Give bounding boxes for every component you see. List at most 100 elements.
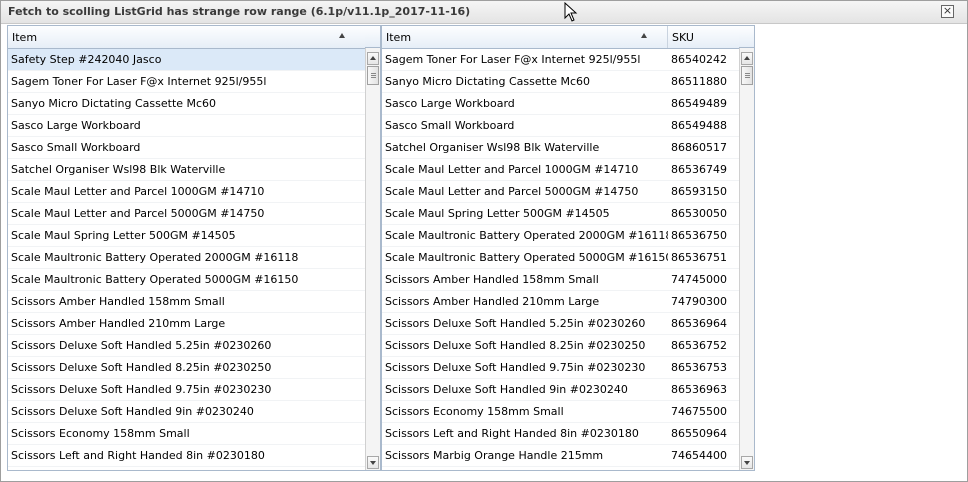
item-cell: Scissors Deluxe Soft Handled 8.25in #023… — [11, 361, 272, 374]
table-row[interactable]: Scissors Deluxe Soft Handled 8.25in #023… — [8, 357, 365, 379]
right-list-grid: Item SKU Sagem Toner For Laser F@x Inter… — [381, 25, 755, 471]
item-cell: Scissors Marbig Orange Handle 215mm — [385, 449, 604, 462]
item-cell: Scissors Left and Right Handed 8in #0230… — [11, 449, 265, 462]
table-row[interactable]: Scale Maultronic Battery Operated 5000GM… — [8, 269, 365, 291]
item-cell: Safety Step #242040 Jasco — [11, 53, 162, 66]
scroll-down-icon — [370, 461, 376, 465]
sort-ascending-icon[interactable] — [641, 33, 647, 38]
item-cell: Sanyo Micro Dictating Cassette Mc60 — [385, 75, 591, 88]
table-row[interactable]: Scissors Deluxe Soft Handled 9in #023024… — [8, 401, 365, 423]
item-cell: Sasco Large Workboard — [11, 119, 141, 132]
right-grid-header: Item SKU — [382, 26, 739, 49]
item-cell: Scissors Economy 158mm Small — [385, 405, 564, 418]
dialog-window: Fetch to scolling ListGrid has strange r… — [0, 0, 968, 482]
item-cell: Scissors Left and Right Handed 8in #0230… — [385, 427, 639, 440]
left-header-item-label: Item — [12, 31, 38, 44]
table-row[interactable]: Sasco Large Workboard — [8, 115, 365, 137]
table-row[interactable]: Scale Maul Letter and Parcel 5000GM #147… — [382, 181, 739, 203]
item-cell: Satchel Organiser Wsl98 Blk Waterville — [11, 163, 226, 176]
sku-cell: 86549488 — [671, 119, 727, 132]
close-button[interactable]: × — [941, 5, 954, 18]
table-row[interactable]: Scale Maultronic Battery Operated 2000GM… — [8, 247, 365, 269]
table-row[interactable]: Sasco Small Workboard — [8, 137, 365, 159]
item-cell: Satchel Organiser Wsl98 Blk Waterville — [385, 141, 600, 154]
sku-cell: 86536751 — [671, 251, 727, 264]
table-row[interactable]: Scissors Deluxe Soft Handled 8.25in #023… — [382, 335, 739, 357]
left-scroll-up-button[interactable] — [367, 52, 379, 65]
item-cell: Scissors Amber Handled 158mm Small — [11, 295, 225, 308]
table-row[interactable]: Scissors Amber Handled 158mm Small — [8, 291, 365, 313]
item-cell: Sagem Toner For Laser F@x Internet 925l/… — [11, 75, 267, 88]
left-scroll-thumb[interactable] — [367, 66, 379, 85]
table-row[interactable]: Safety Step #242040 Jasco — [8, 49, 365, 71]
item-cell: Scissors Deluxe Soft Handled 9in #023024… — [385, 383, 628, 396]
title-bar[interactable]: Fetch to scolling ListGrid has strange r… — [1, 1, 967, 24]
sku-cell: 86511880 — [671, 75, 727, 88]
sku-cell: 86536963 — [671, 383, 727, 396]
item-cell: Scale Maul Spring Letter 500GM #14505 — [385, 207, 610, 220]
sku-cell: 86540242 — [671, 53, 727, 66]
item-cell: Sasco Small Workboard — [385, 119, 515, 132]
table-row[interactable]: Scale Maultronic Battery Operated 2000GM… — [382, 225, 739, 247]
item-cell: Scissors Deluxe Soft Handled 9in #023024… — [11, 405, 254, 418]
item-cell: Scale Maultronic Battery Operated 5000GM… — [385, 251, 668, 264]
table-row[interactable]: Scissors Amber Handled 210mm Large — [8, 313, 365, 335]
right-vertical-scrollbar[interactable] — [739, 48, 754, 470]
sort-ascending-icon[interactable] — [339, 33, 345, 38]
table-row[interactable]: Sanyo Micro Dictating Cassette Mc60 86511… — [382, 71, 739, 93]
table-row[interactable]: Sasco Large Workboard 86549489 — [382, 93, 739, 115]
mouse-cursor-icon — [564, 2, 578, 22]
scroll-down-icon — [744, 461, 750, 465]
left-scroll-down-button[interactable] — [367, 456, 379, 469]
right-grid-body: Sagem Toner For Laser F@x Internet 925l/… — [382, 49, 739, 470]
left-list-grid: Item Safety Step #242040 Jasco Sagem Tone… — [7, 25, 381, 471]
table-row[interactable]: Scissors Economy 158mm Small 74675500 — [382, 401, 739, 423]
left-header-corner — [365, 26, 380, 48]
table-row[interactable]: Sagem Toner For Laser F@x Internet 925l/… — [8, 71, 365, 93]
scroll-up-icon — [744, 56, 750, 60]
table-row[interactable]: Scale Maultronic Battery Operated 5000GM… — [382, 247, 739, 269]
table-row[interactable]: Scale Maul Letter and Parcel 1000GM #147… — [382, 159, 739, 181]
table-row[interactable]: Scale Maul Spring Letter 500GM #14505 865… — [382, 203, 739, 225]
table-row[interactable]: Scissors Amber Handled 158mm Small 747450… — [382, 269, 739, 291]
table-row[interactable]: Scissors Deluxe Soft Handled 5.25in #023… — [8, 335, 365, 357]
table-row[interactable]: Satchel Organiser Wsl98 Blk Waterville 86… — [382, 137, 739, 159]
sku-cell: 74675500 — [671, 405, 727, 418]
sku-cell: 86593150 — [671, 185, 727, 198]
table-row[interactable]: Satchel Organiser Wsl98 Blk Waterville — [8, 159, 365, 181]
right-scroll-up-button[interactable] — [741, 52, 753, 65]
table-row[interactable]: Scissors Left and Right Handed 8in #0230… — [8, 445, 365, 467]
item-cell: Scissors Deluxe Soft Handled 9.75in #023… — [385, 361, 646, 374]
right-header-corner — [739, 26, 754, 48]
right-header-item[interactable]: Item — [382, 26, 668, 48]
item-cell: Scissors Amber Handled 158mm Small — [385, 273, 599, 286]
table-row[interactable]: Scissors Left and Right Handed 8in #0230… — [382, 423, 739, 445]
item-cell: Scissors Deluxe Soft Handled 8.25in #023… — [385, 339, 646, 352]
table-row[interactable]: Scissors Marbig Orange Handle 215mm 74654… — [382, 445, 739, 467]
scroll-up-icon — [370, 56, 376, 60]
left-vertical-scrollbar[interactable] — [365, 48, 380, 470]
right-scroll-thumb[interactable] — [741, 66, 753, 85]
table-row[interactable]: Scissors Economy 158mm Small — [8, 423, 365, 445]
table-row[interactable]: Sagem Toner For Laser F@x Internet 925l/… — [382, 49, 739, 71]
table-row[interactable]: Scale Maul Letter and Parcel 5000GM #147… — [8, 203, 365, 225]
table-row[interactable]: Scale Maul Letter and Parcel 1000GM #147… — [8, 181, 365, 203]
table-row[interactable]: Scissors Deluxe Soft Handled 5.25in #023… — [382, 313, 739, 335]
close-icon[interactable]: × — [943, 4, 952, 17]
table-row[interactable]: Scissors Deluxe Soft Handled 9.75in #023… — [382, 357, 739, 379]
right-scroll-down-button[interactable] — [741, 456, 753, 469]
table-row[interactable]: Sanyo Micro Dictating Cassette Mc60 — [8, 93, 365, 115]
item-cell: Scissors Deluxe Soft Handled 5.25in #023… — [385, 317, 646, 330]
table-row[interactable]: Scissors Deluxe Soft Handled 9in #023024… — [382, 379, 739, 401]
item-cell: Scissors Deluxe Soft Handled 9.75in #023… — [11, 383, 272, 396]
item-cell: Scale Maul Spring Letter 500GM #14505 — [11, 229, 236, 242]
right-header-sku[interactable]: SKU — [668, 26, 741, 48]
item-cell: Sagem Toner For Laser F@x Internet 925l/… — [385, 53, 641, 66]
left-header-item[interactable]: Item — [8, 26, 367, 48]
table-row[interactable]: Sasco Small Workboard 86549488 — [382, 115, 739, 137]
sku-cell: 86536749 — [671, 163, 727, 176]
sku-cell: 86536753 — [671, 361, 727, 374]
table-row[interactable]: Scissors Amber Handled 210mm Large 747903… — [382, 291, 739, 313]
table-row[interactable]: Scale Maul Spring Letter 500GM #14505 — [8, 225, 365, 247]
table-row[interactable]: Scissors Deluxe Soft Handled 9.75in #023… — [8, 379, 365, 401]
